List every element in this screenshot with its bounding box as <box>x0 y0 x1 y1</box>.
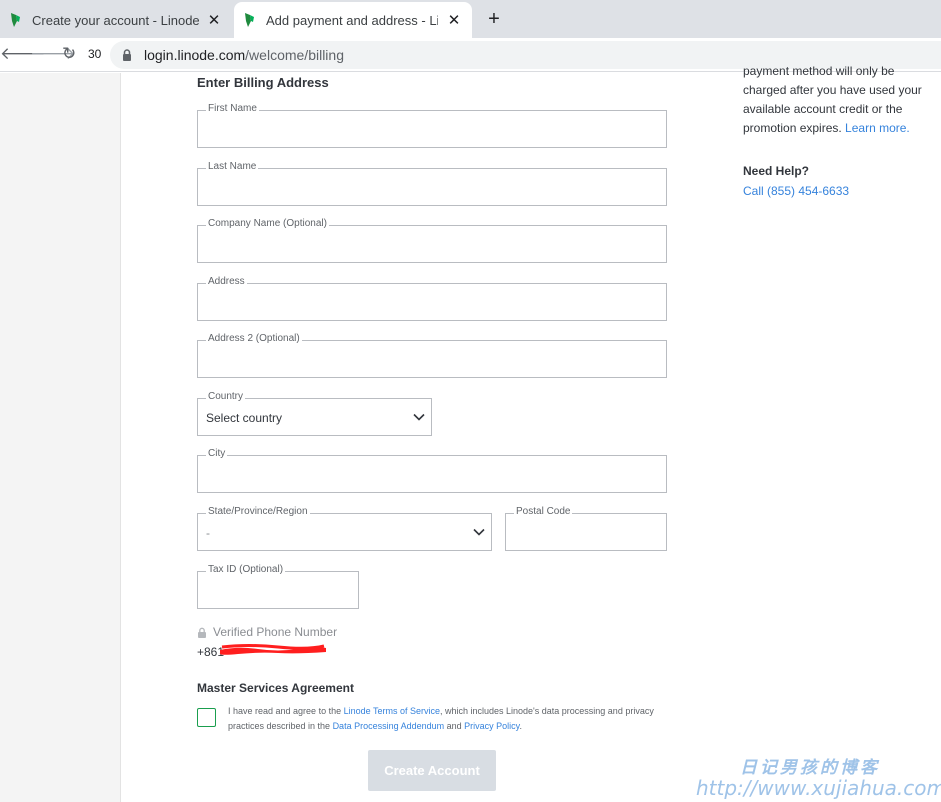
address2-label: Address 2 (Optional) <box>206 333 302 345</box>
close-tab-icon[interactable]: ✕ <box>206 11 222 29</box>
tab-title: Create your account - Linode <box>32 12 200 28</box>
last-name-label: Last Name <box>206 161 259 173</box>
reload-icon[interactable]: ↻ <box>62 44 76 64</box>
tab-title: Add payment and address - Linode <box>266 12 438 28</box>
watermark-url: http://www.xujiahua.com <box>696 776 941 800</box>
browser-tab-strip: Create your account - Linode ✕ Add payme… <box>0 0 941 38</box>
company-name-field[interactable]: Company Name (Optional) <box>197 218 667 263</box>
city-label: City <box>206 448 228 460</box>
terms-of-service-link[interactable]: Linode Terms of Service <box>344 706 440 716</box>
msa-text-part: I have read and agree to the <box>228 706 344 716</box>
verified-phone-label: Verified Phone Number <box>197 625 337 639</box>
page-left-panel <box>0 73 121 802</box>
lock-icon[interactable] <box>120 48 134 62</box>
chevron-down-icon <box>473 528 485 536</box>
billing-address-heading: Enter Billing Address <box>197 75 329 90</box>
url-host: login.linode.com <box>144 47 246 63</box>
tab-create-account[interactable]: Create your account - Linode ✕ <box>0 2 232 38</box>
linode-favicon-icon <box>11 13 20 27</box>
first-name-label: First Name <box>206 103 259 115</box>
tax-id-field[interactable]: Tax ID (Optional) <box>197 564 359 609</box>
msa-text-part: . <box>519 721 523 731</box>
new-tab-button[interactable]: + <box>484 8 504 31</box>
address-field[interactable]: Address <box>197 276 667 321</box>
linode-favicon-icon <box>245 13 254 27</box>
watermark-title: 日记男孩的博客 <box>740 758 880 778</box>
address2-field[interactable]: Address 2 (Optional) <box>197 333 667 378</box>
msa-agreement-text: I have read and agree to the Linode Term… <box>228 704 658 734</box>
first-name-field[interactable]: First Name <box>197 103 667 148</box>
close-tab-icon[interactable]: ✕ <box>446 11 462 29</box>
country-value: Select country <box>206 411 283 425</box>
country-label: Country <box>206 391 246 403</box>
chevron-down-icon <box>413 413 425 421</box>
url-path: /welcome/billing <box>245 47 344 63</box>
tab-add-payment[interactable]: Add payment and address - Linode ✕ <box>234 2 472 38</box>
url-text[interactable]: login.linode.com/welcome/billing <box>144 47 344 63</box>
zoom-level: 30 <box>88 47 102 61</box>
verified-phone-label-text: Verified Phone Number <box>213 625 338 639</box>
postal-code-label: Postal Code <box>514 506 573 518</box>
learn-more-link[interactable]: Learn more. <box>845 121 910 135</box>
msa-heading: Master Services Agreement <box>197 681 354 695</box>
state-label: State/Province/Region <box>206 506 310 518</box>
last-name-field[interactable]: Last Name <box>197 161 667 206</box>
tax-id-label: Tax ID (Optional) <box>206 564 286 576</box>
support-phone-link[interactable]: Call (855) 454-6633 <box>743 184 849 198</box>
need-help-heading: Need Help? <box>743 164 810 178</box>
address-label: Address <box>206 276 247 288</box>
create-account-button[interactable]: Create Account <box>368 750 496 791</box>
city-field[interactable]: City <box>197 448 667 493</box>
data-processing-addendum-link[interactable]: Data Processing Addendum <box>333 721 445 731</box>
msa-agree-checkbox[interactable] <box>197 708 216 727</box>
promotion-info-text: payment method will only be charged afte… <box>743 62 933 138</box>
lock-icon <box>198 627 206 638</box>
company-name-label: Company Name (Optional) <box>206 218 329 230</box>
country-select[interactable]: Country Select country <box>197 391 432 436</box>
postal-code-field[interactable]: Postal Code <box>505 506 667 551</box>
state-select[interactable]: State/Province/Region - <box>197 506 492 551</box>
msa-text-part: and <box>444 721 465 731</box>
state-value: - <box>206 526 210 540</box>
privacy-policy-link[interactable]: Privacy Policy <box>464 721 519 731</box>
redaction-scribble <box>219 644 326 655</box>
